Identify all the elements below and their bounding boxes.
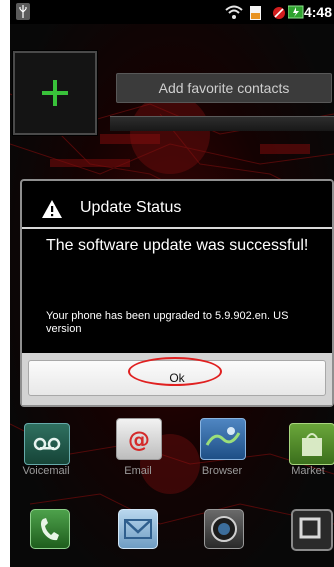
email-icon[interactable]: @ <box>116 418 162 460</box>
dialog-footer: Ok <box>22 353 332 405</box>
usb-icon <box>16 3 30 20</box>
wifi-icon <box>225 4 243 24</box>
phone-icon[interactable] <box>30 509 70 549</box>
dock-label-market: Market <box>291 465 325 477</box>
battery-icon <box>287 4 304 23</box>
update-status-dialog: Update Status The software update was su… <box>20 179 334 407</box>
add-favorite-contacts-button[interactable]: Add favorite contacts <box>116 73 332 103</box>
ok-highlight-circle <box>128 357 222 386</box>
status-time: 4:48 <box>303 4 332 20</box>
dock-label-email: Email <box>124 465 152 477</box>
phone-screen: 4:48 Add favorite contacts @ Voicemail E… <box>10 0 334 567</box>
market-icon[interactable] <box>289 423 334 465</box>
favorites-shelf <box>110 116 334 131</box>
status-bar: 4:48 <box>10 0 334 24</box>
svg-text:@: @ <box>128 428 150 453</box>
dock-label-browser: Browser <box>201 465 243 477</box>
warning-icon <box>41 199 63 223</box>
messaging-icon[interactable] <box>118 509 158 549</box>
dialog-title: Update Status <box>80 199 182 216</box>
no-sim-icon <box>272 5 286 24</box>
dock-label-voicemail: Voicemail <box>22 465 70 477</box>
launcher-icon[interactable] <box>291 509 333 551</box>
add-contact-tile[interactable] <box>13 51 97 135</box>
dialog-detail: Your phone has been upgraded to 5.9.902.… <box>46 310 289 335</box>
voicemail-icon[interactable] <box>24 423 70 465</box>
battery-alert-icon <box>248 3 266 25</box>
camera-icon[interactable] <box>204 509 244 549</box>
plus-icon <box>42 80 68 110</box>
browser-icon[interactable] <box>200 418 246 460</box>
dialog-divider <box>22 227 332 229</box>
dialog-message: The software update was successful! <box>46 237 309 254</box>
